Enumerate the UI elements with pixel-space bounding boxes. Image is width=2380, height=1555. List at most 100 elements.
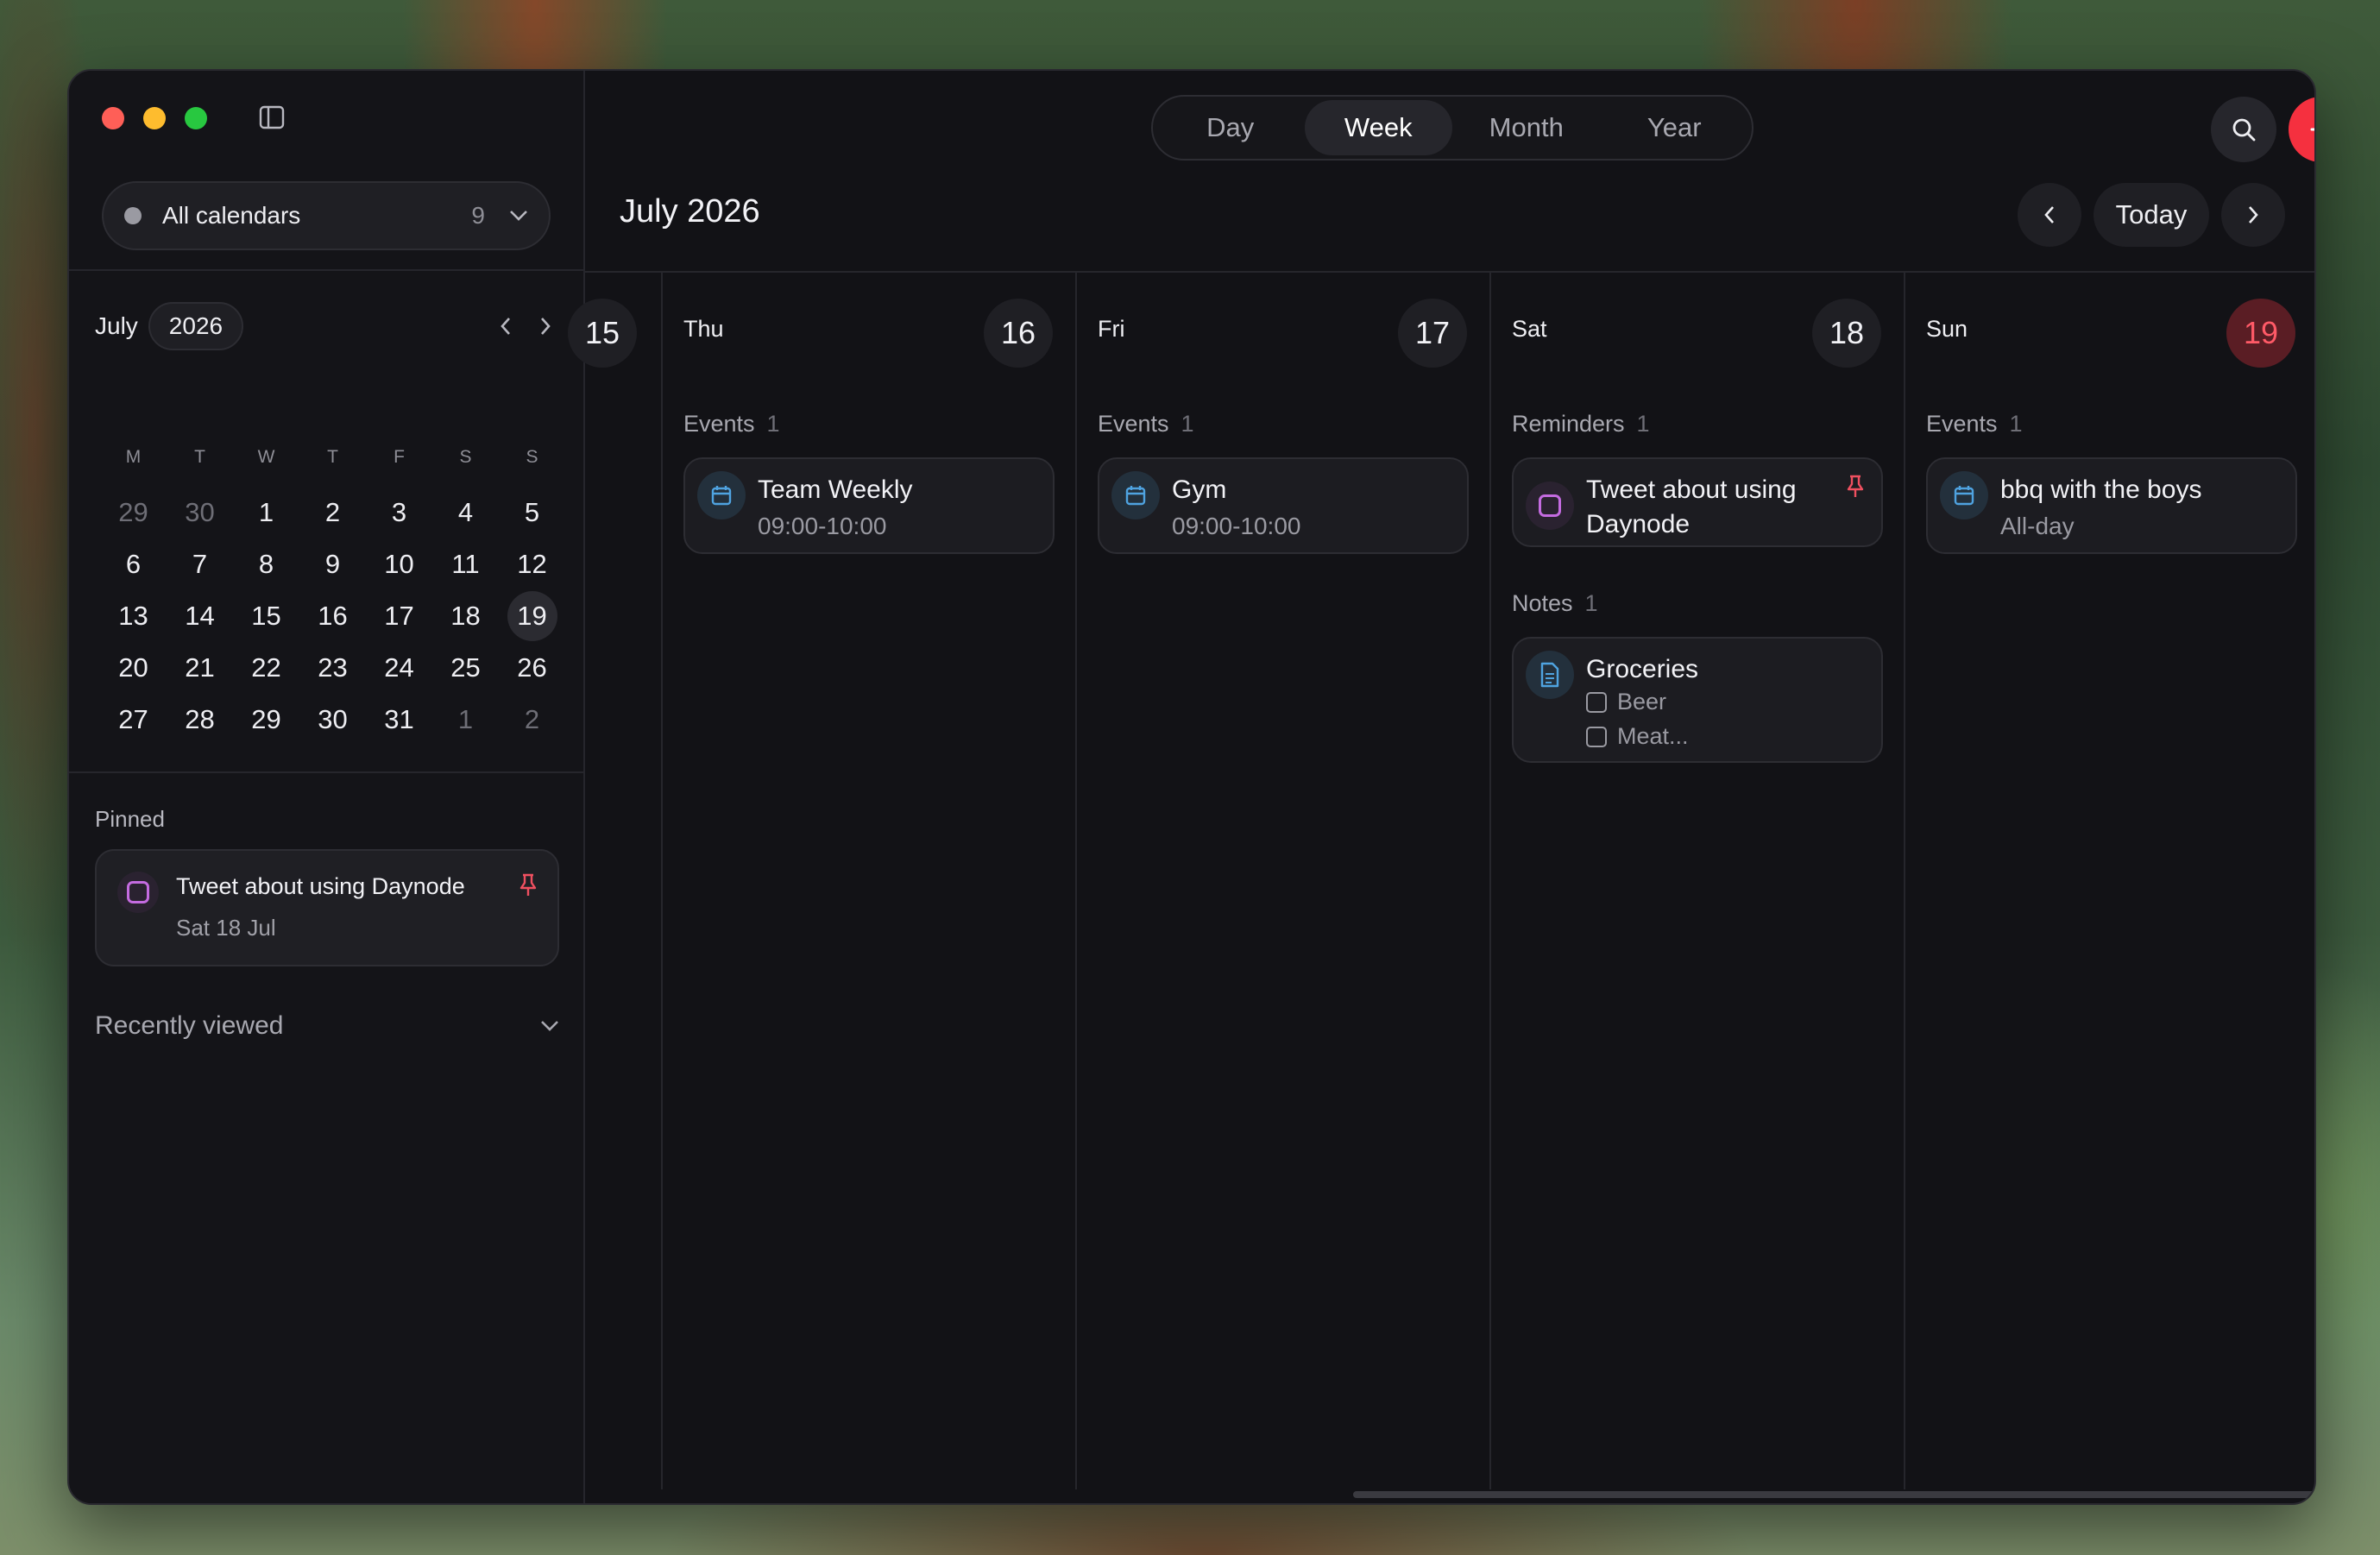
mini-calendar-day[interactable]: 13	[100, 590, 167, 642]
chevron-right-icon[interactable]	[538, 316, 552, 337]
pinned-reminder-card[interactable]: Tweet about using Daynode Sat 18 Jul	[95, 849, 559, 966]
mini-calendar-day[interactable]: 27	[100, 694, 167, 746]
sidebar-toggle-icon[interactable]	[259, 105, 285, 129]
mini-calendar-day[interactable]: 12	[499, 538, 565, 590]
mini-calendar-day[interactable]: 22	[233, 642, 299, 694]
mini-calendar-day[interactable]: 2	[299, 487, 366, 538]
day-number[interactable]: 17	[1398, 299, 1467, 368]
view-month-tab[interactable]: Month	[1452, 100, 1601, 155]
zoom-window-button[interactable]	[185, 107, 207, 129]
mini-calendar-day[interactable]: 23	[299, 642, 366, 694]
sidebar: All calendars 9 July 2026 M T W T F S S …	[69, 71, 585, 1503]
day-column-fri: Fri 17 Events 1 Gym 09:00-10:00	[1075, 273, 1489, 1489]
recently-viewed-toggle[interactable]: Recently viewed	[95, 1011, 559, 1041]
section-count: 1	[1181, 411, 1194, 437]
horizontal-scrollbar[interactable]	[1353, 1491, 2314, 1498]
chevron-down-icon	[541, 1021, 558, 1031]
mini-calendar-day[interactable]: 29	[100, 487, 167, 538]
day-name: Sat	[1512, 316, 1547, 342]
chevron-left-icon[interactable]	[499, 316, 513, 337]
mini-calendar-day[interactable]: 9	[299, 538, 366, 590]
view-day-tab[interactable]: Day	[1156, 100, 1305, 155]
pinned-heading: Pinned	[95, 806, 165, 832]
search-button[interactable]	[2211, 97, 2276, 162]
mini-calendar-day[interactable]: 21	[167, 642, 233, 694]
day-name: Thu	[683, 316, 724, 342]
mini-calendar-day[interactable]: 2	[499, 694, 565, 746]
section-count: 1	[1584, 590, 1598, 616]
mini-calendar-day[interactable]: 1	[233, 487, 299, 538]
close-window-button[interactable]	[102, 107, 124, 129]
mini-calendar-day[interactable]: 16	[299, 590, 366, 642]
minimize-window-button[interactable]	[143, 107, 166, 129]
pin-icon[interactable]	[518, 873, 538, 897]
reminder-icon	[117, 872, 159, 913]
mini-calendar-day[interactable]: 11	[432, 538, 499, 590]
view-year-tab[interactable]: Year	[1601, 100, 1749, 155]
plus-icon	[2310, 128, 2314, 131]
day-number-today[interactable]: 19	[2226, 299, 2295, 368]
chevron-right-icon	[2249, 206, 2258, 223]
mini-calendar-year[interactable]: 2026	[148, 302, 244, 350]
mini-calendar-day[interactable]: 4	[432, 487, 499, 538]
event-card[interactable]: Team Weekly 09:00-10:00	[683, 457, 1055, 554]
today-button[interactable]: Today	[2094, 183, 2209, 247]
day-number[interactable]: 15	[568, 299, 637, 368]
mini-calendar-day[interactable]: 29	[233, 694, 299, 746]
calendar-event-icon	[1940, 471, 1988, 519]
weekday-label: W	[257, 447, 275, 467]
pin-icon[interactable]	[1845, 475, 1866, 499]
event-card[interactable]: bbq with the boys All-day	[1926, 457, 2297, 554]
day-number[interactable]: 18	[1812, 299, 1881, 368]
mini-calendar-day[interactable]: 5	[499, 487, 565, 538]
weekday-label: T	[194, 447, 205, 467]
mini-calendar-day[interactable]: 6	[100, 538, 167, 590]
mini-calendar-day[interactable]: 31	[366, 694, 432, 746]
mini-calendar-day[interactable]: 17	[366, 590, 432, 642]
mini-calendar-today-label: 19	[517, 601, 547, 631]
day-name: Fri	[1098, 316, 1125, 342]
view-week-tab[interactable]: Week	[1304, 100, 1452, 155]
mini-calendar-month[interactable]: July	[95, 312, 138, 340]
reminder-card[interactable]: Tweet about using Daynode	[1512, 457, 1883, 547]
note-title: Groceries	[1586, 655, 1699, 683]
day-number[interactable]: 16	[984, 299, 1053, 368]
note-card[interactable]: Groceries Beer Meat...	[1512, 637, 1883, 763]
mini-calendar-day[interactable]: 14	[167, 590, 233, 642]
day-column-thu: Thu 16 Events 1 Team Weekly 09:00-10:00	[661, 273, 1075, 1489]
next-week-button[interactable]	[2221, 183, 2285, 247]
mini-calendar-day[interactable]: 30	[167, 487, 233, 538]
mini-calendar-day[interactable]: 3	[366, 487, 432, 538]
mini-calendar-day[interactable]: 30	[299, 694, 366, 746]
mini-calendar-day[interactable]: 7	[167, 538, 233, 590]
event-title: Gym	[1172, 475, 1227, 504]
mini-calendar-day[interactable]: 1	[432, 694, 499, 746]
previous-week-button[interactable]	[2018, 183, 2081, 247]
event-title: Team Weekly	[758, 475, 913, 504]
add-button[interactable]	[2289, 97, 2314, 162]
event-card[interactable]: Gym 09:00-10:00	[1098, 457, 1469, 554]
mini-calendar-days: 29 30 1 2 3 4 5 6 7 8 9 10 11 12 13 14 1…	[100, 487, 565, 746]
mini-calendar-today[interactable]: 19	[499, 590, 565, 642]
mini-calendar-day[interactable]: 20	[100, 642, 167, 694]
mini-calendar-day[interactable]: 28	[167, 694, 233, 746]
weekday-label: F	[394, 447, 405, 467]
document-icon	[1526, 651, 1574, 699]
mini-calendar-day[interactable]: 10	[366, 538, 432, 590]
mini-calendar-day[interactable]: 18	[432, 590, 499, 642]
mini-calendar-day[interactable]: 15	[233, 590, 299, 642]
mini-calendar-day[interactable]: 8	[233, 538, 299, 590]
checklist-text: Meat...	[1617, 723, 1689, 749]
weekday-label: M	[125, 447, 142, 467]
calendar-selector[interactable]: All calendars 9	[102, 181, 551, 250]
mini-calendar-day[interactable]: 25	[432, 642, 499, 694]
window-controls	[102, 107, 207, 129]
checkbox[interactable]	[1586, 691, 1607, 713]
checklist-item[interactable]: Beer	[1586, 689, 1666, 715]
reminder-icon	[1526, 482, 1574, 530]
mini-calendar-day[interactable]: 26	[499, 642, 565, 694]
checklist-item[interactable]: Meat...	[1586, 723, 1689, 750]
section-title: Notes	[1512, 590, 1573, 616]
mini-calendar-day[interactable]: 24	[366, 642, 432, 694]
checkbox[interactable]	[1586, 726, 1607, 747]
